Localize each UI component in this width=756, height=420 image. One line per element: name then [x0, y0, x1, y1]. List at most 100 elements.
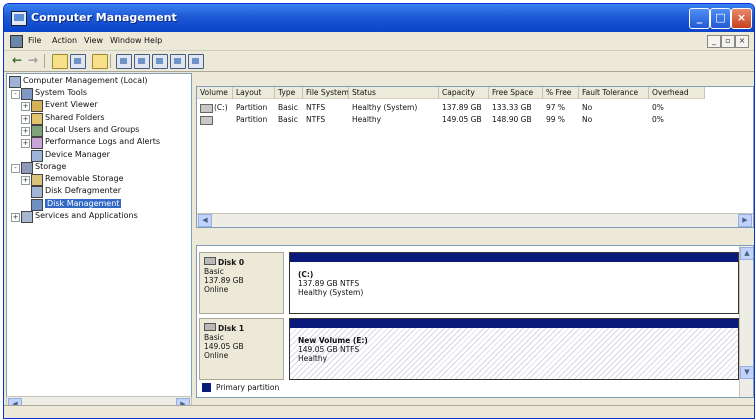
- column-header[interactable]: Capacity: [439, 87, 489, 99]
- expand-icon[interactable]: +: [21, 102, 30, 112]
- table-cell: Partition: [236, 103, 268, 112]
- volume-list-icon[interactable]: [152, 54, 168, 69]
- show-hide-tree-icon[interactable]: [70, 54, 86, 69]
- table-cell: NTFS: [306, 103, 326, 112]
- table-cell: 97 %: [546, 103, 566, 112]
- help-icon[interactable]: [116, 54, 132, 69]
- column-header[interactable]: Fault Tolerance: [579, 87, 649, 99]
- collapse-icon[interactable]: -: [11, 90, 20, 99]
- tree-node-icon: [21, 211, 33, 223]
- scroll-left-icon[interactable]: ◀: [198, 214, 212, 227]
- disk-icon: [204, 323, 216, 331]
- menu-help[interactable]: Help: [144, 36, 162, 45]
- column-header[interactable]: Type: [275, 87, 303, 99]
- tree-node-icon: [21, 161, 33, 174]
- table-cell: Healthy (System): [352, 103, 418, 112]
- table-cell: Basic: [278, 115, 298, 124]
- table-cell: 99 %: [546, 115, 566, 124]
- expand-icon[interactable]: +: [21, 114, 30, 124]
- tree-node-icon: [31, 124, 43, 137]
- computer-icon: [9, 76, 21, 88]
- table-cell: Healthy: [352, 115, 382, 124]
- table-cell: 148.90 GB: [492, 115, 532, 124]
- collapse-icon[interactable]: -: [11, 163, 20, 173]
- back-arrow-icon[interactable]: ←: [10, 54, 24, 67]
- disk-row[interactable]: Disk 0 Basic 137.89 GB Online (C:) 137.8…: [199, 252, 739, 314]
- primary-partition-bar: [290, 319, 738, 328]
- partition-block-selected[interactable]: New Volume (E:) 149.05 GB NTFS Healthy: [289, 318, 739, 380]
- tree-node-icon: [31, 100, 43, 113]
- rescan-disks-icon[interactable]: [170, 54, 186, 69]
- menu-file[interactable]: File: [28, 36, 41, 45]
- settings-icon[interactable]: [188, 54, 204, 69]
- partition-block[interactable]: (C:) 137.89 GB NTFS Healthy (System): [289, 252, 739, 314]
- status-bar: [4, 405, 754, 418]
- menu-bar: File Action View Window Help _ ▫ ×: [4, 32, 754, 51]
- volume-icon: [200, 116, 213, 125]
- partition-detail: 137.89 GB NTFS: [298, 279, 360, 288]
- tree-item-label: Event Viewer: [45, 100, 98, 110]
- table-cell: Partition: [236, 115, 268, 124]
- scroll-up-icon[interactable]: ▲: [740, 247, 753, 260]
- child-minimize-button[interactable]: _: [707, 35, 721, 48]
- partition-detail: 149.05 GB NTFS: [298, 345, 360, 354]
- child-restore-button[interactable]: ▫: [721, 35, 735, 48]
- properties-icon[interactable]: [92, 54, 108, 69]
- tree-item-label: Services and Applications: [35, 211, 138, 220]
- expand-icon[interactable]: +: [21, 139, 30, 149]
- table-row[interactable]: Partition Basic NTFS Healthy 149.05 GB 148.90…: [197, 114, 753, 125]
- legend-label: Primary partition: [216, 383, 280, 392]
- disk-type: Basic: [204, 333, 224, 342]
- column-header[interactable]: Status: [349, 87, 439, 99]
- table-row[interactable]: (C:) Partition Basic NTFS Healthy (System) 13…: [197, 102, 753, 113]
- partition-name: New Volume (E:): [298, 336, 368, 345]
- disk-size: 137.89 GB: [204, 276, 244, 285]
- graphical-vertical-scrollbar[interactable]: ▲ ▼: [739, 246, 753, 397]
- system-menu-icon[interactable]: [10, 35, 23, 48]
- computer-management-icon: [11, 11, 27, 26]
- partition-status: Healthy (System): [298, 288, 364, 297]
- tree-node-icon: [31, 112, 43, 125]
- volume-icon: [200, 104, 213, 113]
- disk-size: 149.05 GB: [204, 342, 244, 351]
- menu-window[interactable]: Window: [110, 36, 142, 45]
- title-bar[interactable]: Computer Management _ □ ×: [4, 4, 754, 32]
- table-cell: No: [582, 103, 593, 112]
- child-close-button[interactable]: ×: [735, 35, 749, 48]
- column-header[interactable]: % Free: [543, 87, 579, 99]
- toolbar: ← →: [4, 51, 754, 72]
- column-header[interactable]: Overhead: [649, 87, 705, 99]
- table-cell: 133.33 GB: [492, 103, 532, 112]
- scroll-right-icon[interactable]: ▶: [738, 214, 752, 227]
- minimize-button[interactable]: _: [689, 8, 710, 29]
- disk-row[interactable]: Disk 1 Basic 149.05 GB Online New Volume…: [199, 318, 739, 380]
- menu-view[interactable]: View: [84, 36, 103, 45]
- console-tree: Computer Management (Local) - System Tool…: [6, 73, 192, 398]
- toolbar-separator: [110, 54, 111, 68]
- scroll-down-icon[interactable]: ▼: [740, 366, 753, 379]
- disk-status: Online: [204, 285, 229, 294]
- column-header[interactable]: File System: [303, 87, 349, 99]
- table-cell: NTFS: [306, 115, 326, 124]
- up-folder-icon[interactable]: [52, 54, 68, 69]
- tree-item-label: Disk Management: [45, 198, 122, 208]
- forward-arrow-icon[interactable]: →: [26, 54, 40, 67]
- expand-icon[interactable]: +: [21, 176, 30, 186]
- close-button[interactable]: ×: [731, 8, 752, 29]
- expand-icon[interactable]: +: [21, 126, 30, 136]
- column-header[interactable]: Free Space: [489, 87, 543, 99]
- partition-status: Healthy: [298, 354, 328, 363]
- tree-item-label: Local Users and Groups: [45, 124, 140, 134]
- legend: Primary partition: [196, 382, 736, 394]
- column-header[interactable]: Layout: [233, 87, 275, 99]
- column-header[interactable]: Volume: [197, 87, 233, 99]
- expand-icon[interactable]: +: [11, 213, 20, 222]
- partition-name: (C:): [298, 270, 314, 279]
- menu-action[interactable]: Action: [52, 36, 77, 45]
- disk-view-icon[interactable]: [134, 54, 150, 69]
- disk-icon: [204, 257, 216, 265]
- list-horizontal-scrollbar[interactable]: ◀ ▶: [197, 213, 753, 227]
- maximize-button[interactable]: □: [710, 8, 731, 29]
- volume-list: Volume Layout Type File System Status Capacit…: [196, 86, 754, 228]
- table-cell: (C:): [214, 103, 228, 112]
